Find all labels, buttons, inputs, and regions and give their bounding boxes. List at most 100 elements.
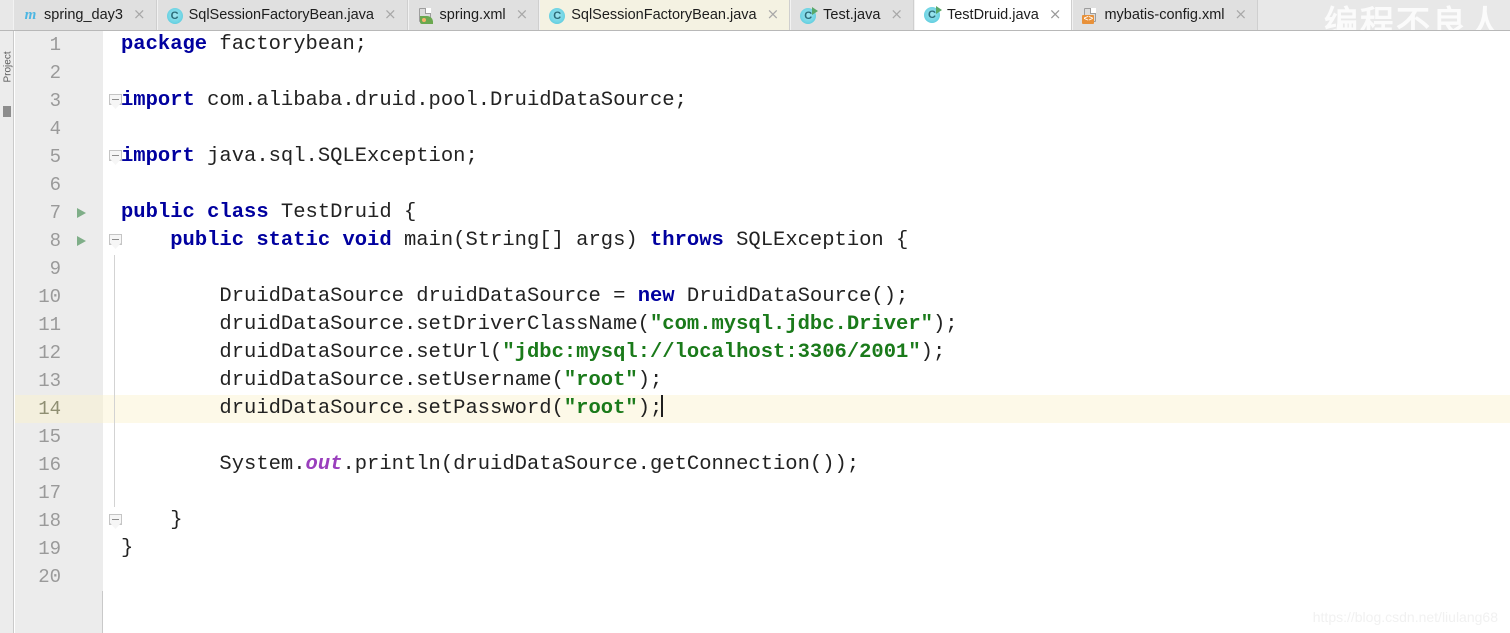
code-token-pl: factorybean; — [207, 33, 368, 56]
code-line[interactable]: 14 druidDataSource.setPassword("root"); — [15, 395, 1510, 423]
code-line[interactable]: 13 druidDataSource.setUsername("root"); — [15, 367, 1510, 395]
ide-editor-window: m spring_day3 × C SqlSessionFactoryBean.java… — [0, 0, 1510, 633]
code-token-pl: main(String[] args) — [391, 229, 650, 252]
run-gutter-icon[interactable] — [77, 236, 86, 246]
left-tool-window-strip[interactable]: Project — [0, 31, 14, 633]
code-fold-guide-line — [114, 423, 115, 451]
code-line[interactable]: 12 druidDataSource.setUrl("jdbc:mysql://… — [15, 339, 1510, 367]
code-text[interactable]: import java.sql.SQLException; — [121, 143, 478, 171]
code-editor[interactable]: 1 package factorybean; 2 3 import com.alibab… — [15, 31, 1510, 633]
line-number: 16 — [38, 454, 61, 476]
code-token-pl: DruidDataSource druidDataSource = — [121, 285, 638, 308]
code-text[interactable]: public static void main(String[] args) t… — [121, 227, 908, 255]
close-icon[interactable]: × — [1045, 6, 1064, 24]
code-token-str: "jdbc:mysql://localhost:3306/2001" — [502, 341, 921, 364]
code-token-kw: public class — [121, 201, 269, 224]
code-lines[interactable]: 1 package factorybean; 2 3 import com.alibab… — [15, 31, 1510, 633]
line-number: 17 — [38, 482, 61, 504]
code-token-pl: druidDataSource.setUrl( — [121, 341, 503, 364]
text-caret — [661, 395, 664, 417]
editor-tab-label: spring_day3 — [44, 7, 123, 23]
code-token-str: "root" — [563, 369, 638, 392]
run-triangle-icon — [935, 6, 942, 14]
code-line[interactable]: 16 System.out.println(druidDataSource.ge… — [15, 451, 1510, 479]
xml-badge-icon: <> — [1082, 14, 1095, 24]
code-text[interactable]: DruidDataSource druidDataSource = new Dr… — [121, 283, 908, 311]
line-number: 3 — [49, 90, 61, 112]
code-text[interactable]: druidDataSource.setUsername("root"); — [121, 367, 662, 395]
code-text[interactable]: druidDataSource.setDriverClassName("com.… — [121, 311, 958, 339]
run-gutter-icon[interactable] — [77, 208, 86, 218]
editor-tab-3[interactable]: C SqlSessionFactoryBean.java × — [539, 0, 791, 30]
code-line[interactable]: 19} — [15, 535, 1510, 563]
code-token-pl: } — [121, 537, 134, 560]
close-icon[interactable]: × — [129, 7, 148, 24]
java-class-icon: C — [166, 7, 183, 24]
code-token-kw: package — [121, 33, 208, 56]
code-token-pl: com.alibaba.druid.pool.DruidDataSource; — [194, 89, 687, 112]
close-icon[interactable]: × — [886, 7, 905, 24]
code-line[interactable]: 8 public static void main(String[] args)… — [15, 227, 1510, 255]
code-token-pl: druidDataSource.setPassword( — [121, 397, 564, 420]
code-token-kw: new — [637, 285, 675, 308]
code-text[interactable]: } — [121, 507, 182, 535]
line-number: 6 — [49, 174, 61, 196]
code-token-str: "com.mysql.jdbc.Driver" — [650, 313, 933, 336]
code-text[interactable]: public class TestDruid { — [121, 199, 416, 227]
code-line[interactable]: 11 druidDataSource.setDriverClassName("c… — [15, 311, 1510, 339]
code-fold-guide-line — [114, 311, 115, 339]
code-token-pl: ); — [932, 313, 958, 336]
close-icon[interactable]: × — [512, 7, 531, 24]
editor-tab-5[interactable]: C TestDruid.java × — [913, 0, 1073, 30]
watermark-top: 编程不良人 — [1324, 4, 1504, 31]
code-text[interactable]: package factorybean; — [121, 31, 367, 59]
line-number: 9 — [49, 258, 61, 280]
java-run-icon: C — [800, 6, 819, 24]
code-text[interactable]: } — [121, 535, 133, 563]
close-icon[interactable]: × — [380, 7, 399, 24]
code-line[interactable]: 2 — [15, 59, 1510, 87]
close-icon[interactable]: × — [763, 7, 782, 24]
code-line[interactable]: 18 } — [15, 507, 1510, 535]
code-line[interactable]: 7 public class TestDruid { — [15, 199, 1510, 227]
tab-list: m spring_day3 × C SqlSessionFactoryBean.java… — [13, 0, 1259, 30]
editor-tab-label: SqlSessionFactoryBean.java — [188, 7, 374, 23]
editor-tab-6[interactable]: <> mybatis-config.xml × — [1072, 0, 1259, 30]
project-tool-window-label[interactable]: Project — [3, 35, 14, 82]
code-text[interactable]: import com.alibaba.druid.pool.DruidDataS… — [121, 87, 687, 115]
code-line[interactable]: 3 import com.alibaba.druid.pool.DruidData… — [15, 87, 1510, 115]
code-line[interactable]: 9 — [15, 255, 1510, 283]
code-text[interactable]: System.out.println(druidDataSource.getCo… — [121, 451, 859, 479]
code-line[interactable]: 10 DruidDataSource druidDataSource = new… — [15, 283, 1510, 311]
line-number: 12 — [38, 342, 61, 364]
tool-window-marker-icon — [3, 106, 11, 117]
code-text[interactable]: druidDataSource.setUrl("jdbc:mysql://loc… — [121, 339, 945, 367]
editor-tab-4[interactable]: C Test.java × — [790, 0, 914, 30]
line-number: 14 — [38, 398, 61, 420]
code-fold-guide-line — [114, 283, 115, 311]
spring-xml-icon — [418, 7, 434, 24]
code-line[interactable]: 6 — [15, 171, 1510, 199]
code-line[interactable]: 4 — [15, 115, 1510, 143]
editor-tab-1[interactable]: C SqlSessionFactoryBean.java × — [156, 0, 408, 30]
tab-bar-filler: 编程不良人 — [1258, 0, 1510, 30]
close-icon[interactable]: × — [1231, 7, 1250, 24]
java-run-icon: C — [923, 6, 942, 23]
code-line[interactable]: 5 import java.sql.SQLException; — [15, 143, 1510, 171]
code-text[interactable]: druidDataSource.setPassword("root"); — [121, 395, 664, 423]
editor-tab-label: Test.java — [823, 7, 881, 23]
code-line[interactable]: 17 — [15, 479, 1510, 507]
line-number: 2 — [49, 62, 61, 84]
line-number: 10 — [38, 286, 61, 308]
code-line[interactable]: 20 — [15, 563, 1510, 591]
code-fold-guide-line — [114, 255, 115, 283]
editor-tab-2[interactable]: spring.xml × — [407, 0, 540, 30]
code-line[interactable]: 1 package factorybean; — [15, 31, 1510, 59]
code-token-str: "root" — [563, 397, 638, 420]
line-number: 8 — [49, 230, 61, 252]
editor-tab-0[interactable]: m spring_day3 × — [13, 0, 157, 30]
java-class-icon: C — [549, 7, 566, 24]
code-line[interactable]: 15 — [15, 423, 1510, 451]
code-token-pl: TestDruid { — [268, 201, 417, 224]
